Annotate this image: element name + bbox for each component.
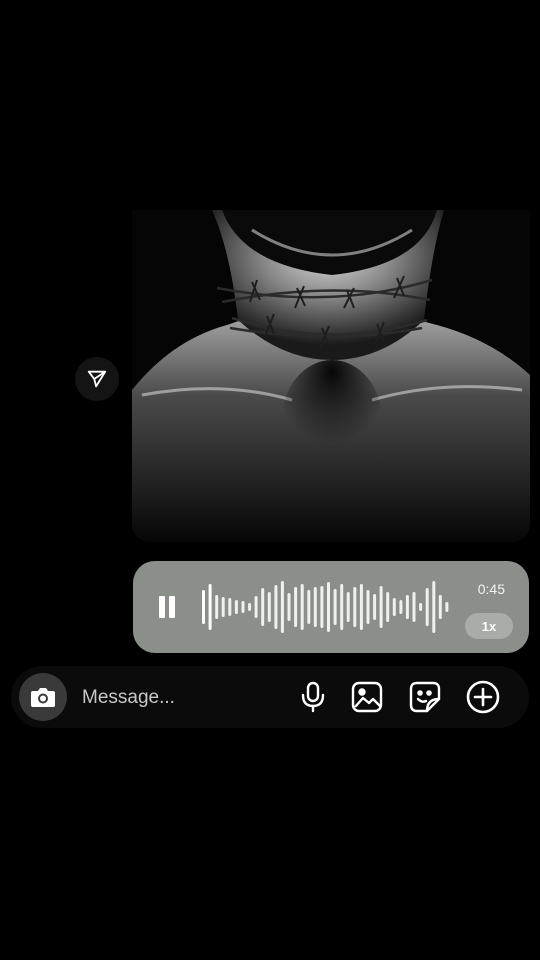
waveform-bar bbox=[386, 592, 390, 622]
waveform-bar bbox=[300, 584, 304, 630]
waveform-bar bbox=[287, 593, 291, 621]
waveform-bar bbox=[346, 592, 350, 622]
waveform-bar bbox=[313, 587, 317, 627]
camera-icon bbox=[31, 688, 55, 707]
waveform-bar bbox=[254, 596, 258, 618]
gallery-button[interactable] bbox=[349, 679, 385, 715]
voice-message-bubble: 0:45 1x bbox=[133, 561, 529, 653]
microphone-icon bbox=[301, 681, 325, 713]
waveform-bar bbox=[280, 581, 284, 633]
waveform-bar bbox=[425, 588, 429, 626]
microphone-button[interactable] bbox=[295, 679, 331, 715]
add-button[interactable] bbox=[465, 679, 501, 715]
camera-button[interactable] bbox=[19, 673, 67, 721]
waveform-bar bbox=[208, 584, 212, 630]
waveform-bar bbox=[234, 600, 238, 614]
plus-circle-icon bbox=[466, 680, 500, 714]
playback-speed-button[interactable]: 1x bbox=[465, 613, 513, 639]
audio-waveform[interactable] bbox=[201, 577, 451, 637]
waveform-bar bbox=[419, 603, 423, 611]
message-composer bbox=[11, 666, 529, 728]
share-button[interactable] bbox=[75, 357, 119, 401]
waveform-bar bbox=[412, 592, 416, 622]
pause-button[interactable] bbox=[157, 596, 177, 618]
waveform-bar bbox=[438, 595, 442, 619]
waveform-bar bbox=[215, 595, 219, 619]
waveform-bar bbox=[221, 597, 225, 617]
waveform-bar bbox=[274, 585, 278, 629]
waveform-bar bbox=[340, 584, 344, 630]
waveform-bar bbox=[267, 592, 271, 622]
waveform-bar bbox=[307, 590, 311, 624]
waveform-bar bbox=[399, 600, 403, 614]
message-input[interactable] bbox=[80, 682, 284, 714]
waveform-bar bbox=[241, 601, 245, 613]
waveform-bar bbox=[320, 586, 324, 628]
waveform-bar bbox=[432, 581, 436, 633]
waveform-bar bbox=[373, 594, 377, 620]
shared-image[interactable] bbox=[132, 210, 530, 542]
waveform-bar bbox=[248, 603, 252, 611]
waveform-bar bbox=[261, 588, 265, 626]
waveform-bar bbox=[353, 587, 357, 627]
waveform-bar bbox=[405, 595, 409, 619]
waveform-bar bbox=[202, 590, 205, 624]
waveform-bar bbox=[379, 586, 383, 628]
waveform-bar bbox=[294, 587, 298, 627]
waveform-bar bbox=[445, 602, 449, 612]
waveform-bar bbox=[392, 598, 396, 616]
image-icon bbox=[351, 681, 383, 713]
sticker-button[interactable] bbox=[407, 679, 443, 715]
waveform-bar bbox=[333, 589, 337, 625]
waveform-bar bbox=[366, 590, 370, 624]
sticker-icon bbox=[409, 681, 441, 713]
waveform-bar bbox=[228, 598, 232, 616]
paper-plane-icon bbox=[87, 370, 107, 388]
waveform-bar bbox=[327, 582, 330, 632]
waveform-bar bbox=[359, 584, 363, 630]
duration-label: 0:45 bbox=[477, 581, 505, 597]
